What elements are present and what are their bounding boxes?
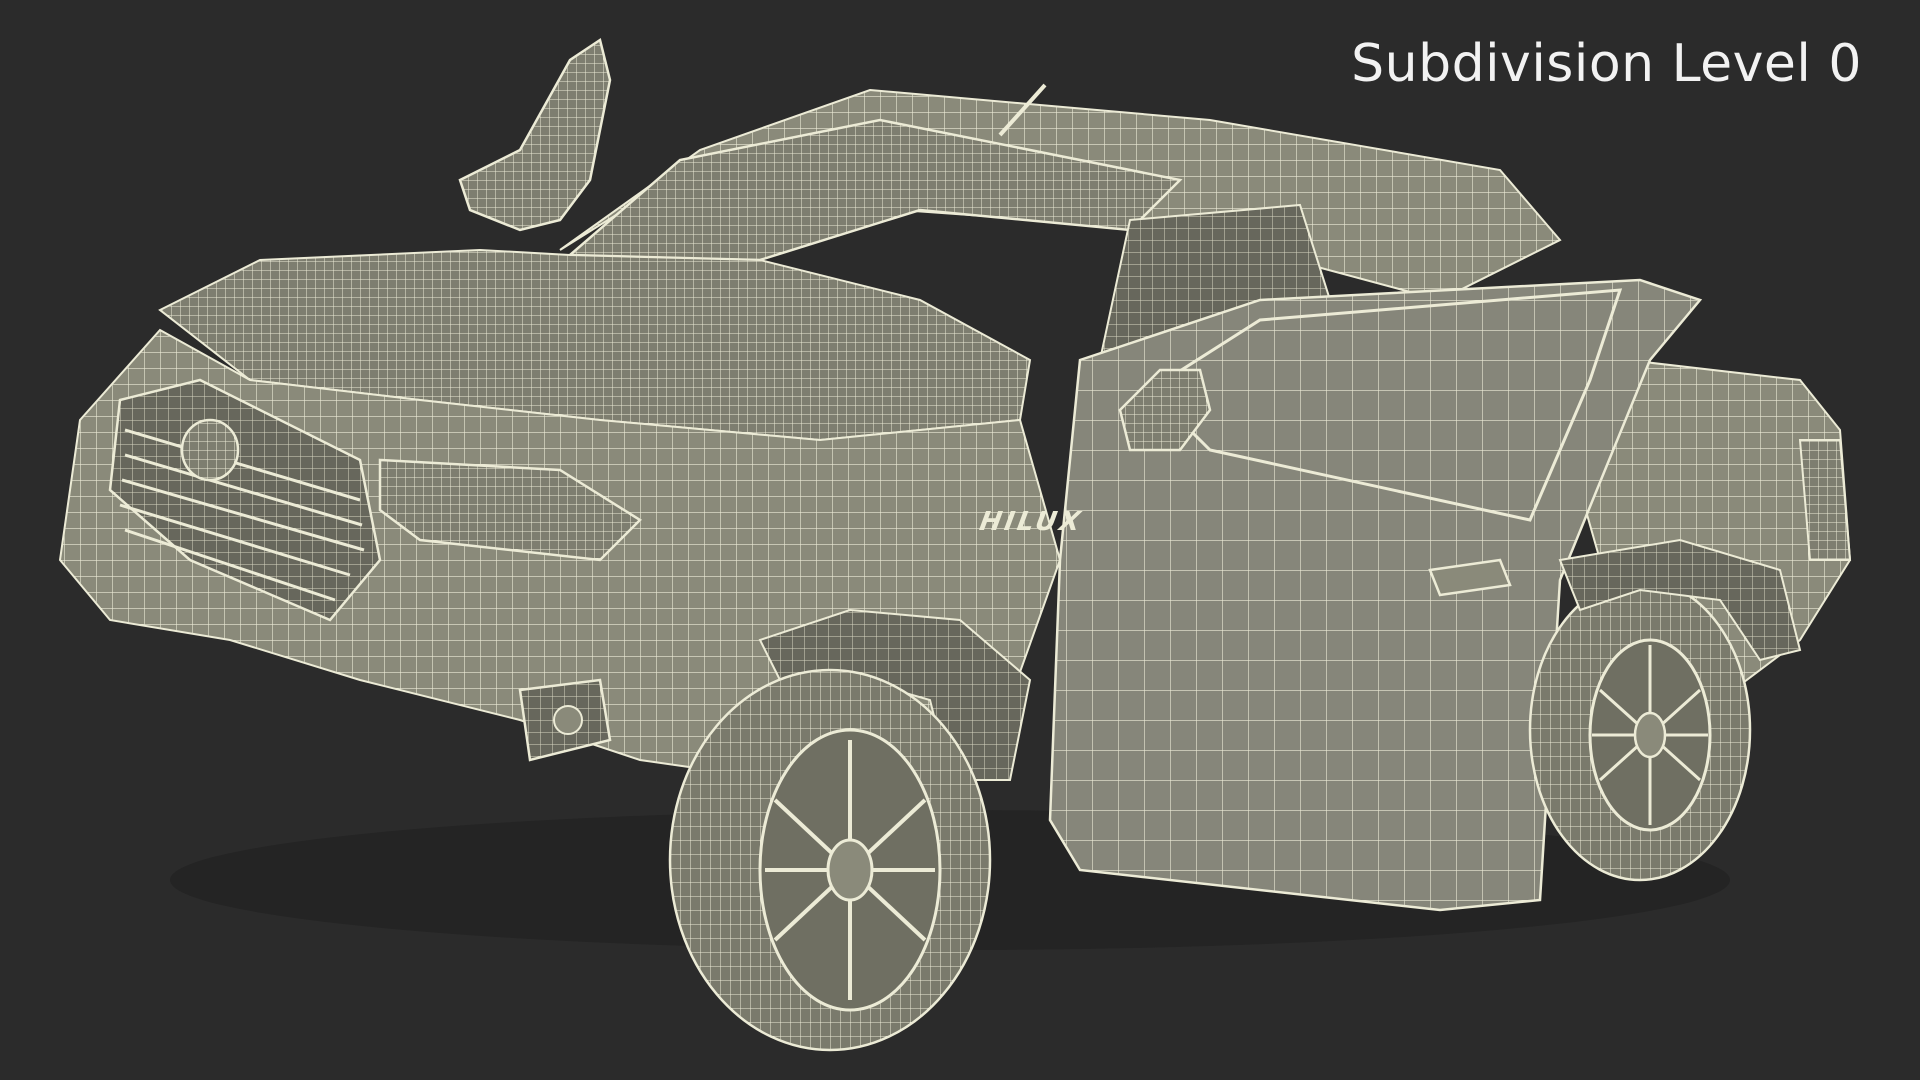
- truck-wireframe-render: HILUX: [58, 37, 1852, 1052]
- tail-light: [1798, 439, 1852, 561]
- left-side-mirror: [458, 37, 612, 232]
- front-emblem: [180, 418, 240, 482]
- fog-lamp-bulb: [553, 705, 583, 735]
- rear-wheel: [1528, 578, 1752, 882]
- render-viewport: HILUX Subdivision Level 0: [0, 0, 1920, 1080]
- model-badge: HILUX: [977, 507, 1085, 537]
- subdivision-level-label: Subdivision Level 0: [1351, 34, 1862, 94]
- front-wheel: [668, 668, 992, 1052]
